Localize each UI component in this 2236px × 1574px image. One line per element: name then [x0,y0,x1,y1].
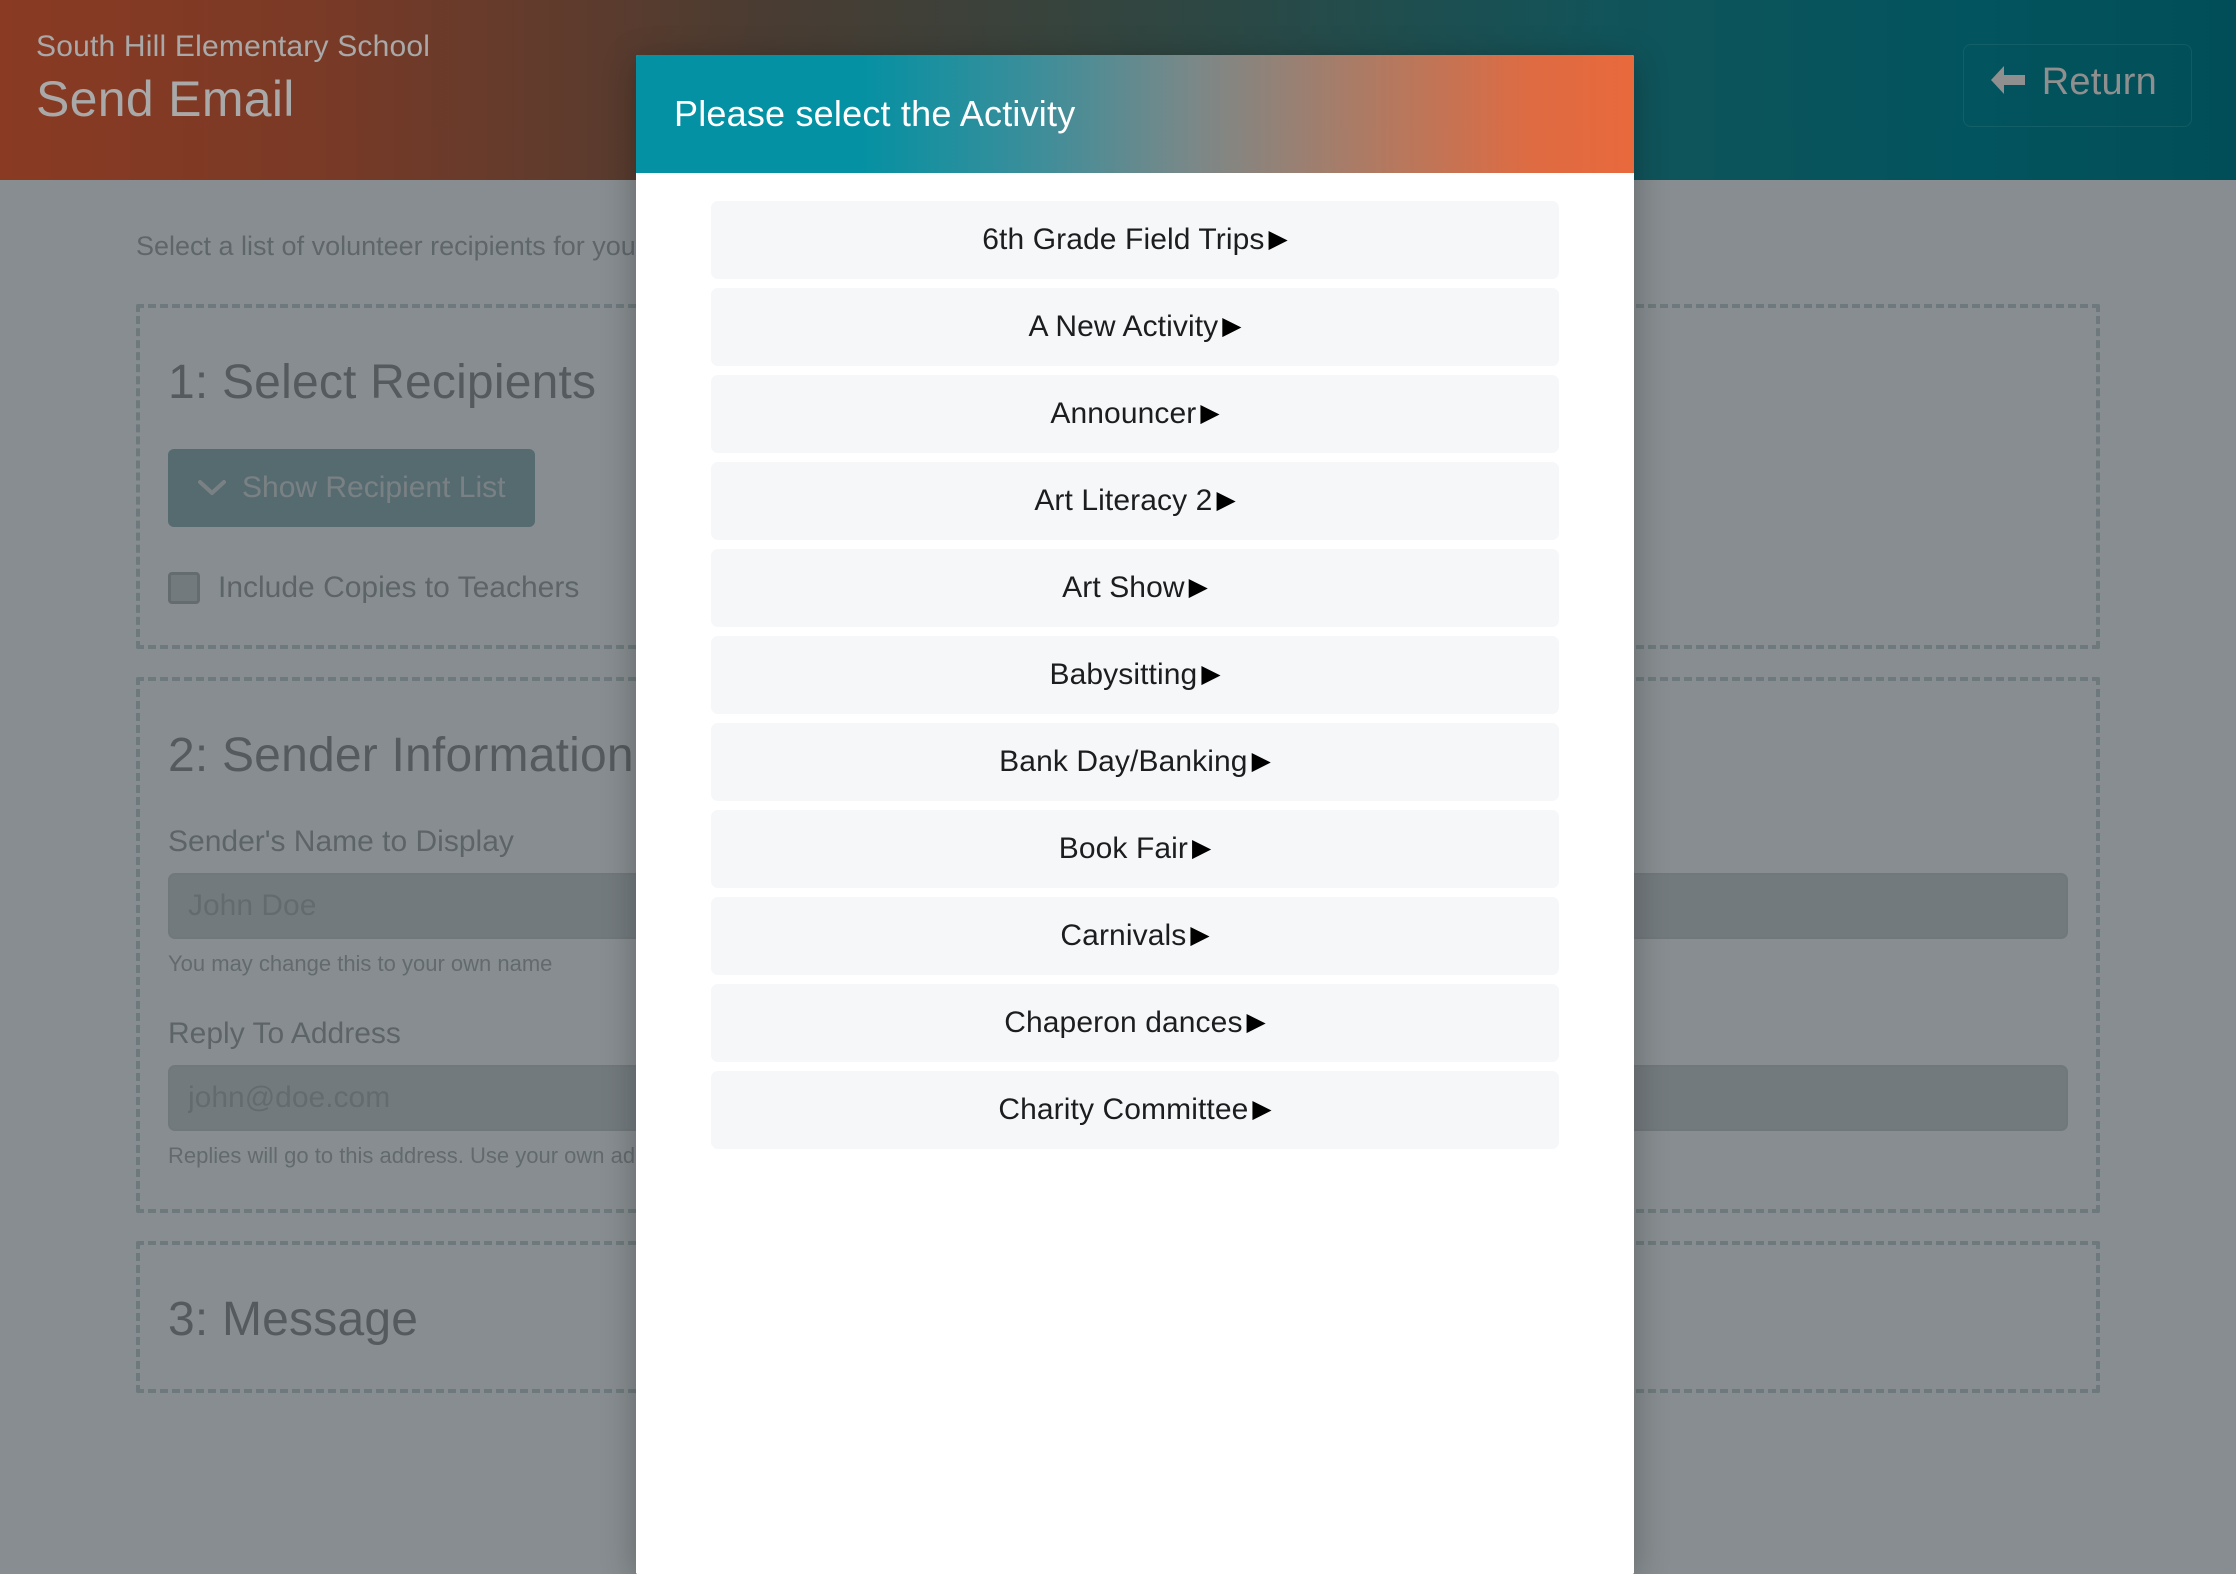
activity-list-item[interactable]: Charity Committee ▶ [711,1071,1559,1149]
caret-right-icon: ▶ [1192,833,1212,862]
modal-title: Please select the Activity [674,93,1076,134]
header-titles: South Hill Elementary School Send Email [36,28,430,130]
show-recipient-list-label: Show Recipient List [242,471,506,505]
activity-list-item[interactable]: Art Show ▶ [711,549,1559,627]
activity-list-item-label: Art Show [1062,571,1185,604]
activity-list-item[interactable]: A New Activity ▶ [711,288,1559,366]
school-name: South Hill Elementary School [36,30,431,63]
activity-list: 6th Grade Field Trips ▶ A New Activity ▶ Ann… [636,201,1634,1149]
show-recipient-list-button[interactable]: Show Recipient List [168,449,536,528]
activity-list-item-label: 6th Grade Field Trips [982,223,1265,256]
activity-list-item[interactable]: Announcer ▶ [711,375,1559,453]
caret-right-icon: ▶ [1188,572,1208,601]
caret-right-icon: ▶ [1201,659,1221,688]
caret-right-icon: ▶ [1216,485,1236,514]
arrow-left-icon [1988,63,2028,102]
activity-list-item[interactable]: Carnivals ▶ [711,897,1559,975]
include-teachers-label: Include Copies to Teachers [218,571,580,605]
caret-right-icon: ▶ [1246,1007,1266,1036]
chevron-down-icon [198,471,226,505]
activity-list-item[interactable]: 6th Grade Field Trips ▶ [711,201,1559,279]
activity-list-item-label: Charity Committee [998,1093,1249,1126]
activity-list-item-label: Carnivals [1060,919,1187,952]
modal-body: 6th Grade Field Trips ▶ A New Activity ▶ Ann… [636,173,1634,1574]
page-title: Send Email [36,70,295,127]
activity-list-item-label: Bank Day/Banking [999,745,1248,778]
activity-list-item[interactable]: Book Fair ▶ [711,810,1559,888]
select-activity-modal: Please select the Activity 6th Grade Fie… [636,55,1634,1574]
activity-list-item[interactable]: Art Literacy 2 ▶ [711,462,1559,540]
return-button[interactable]: Return [1962,44,2192,127]
caret-right-icon: ▶ [1252,1094,1272,1123]
activity-list-item-label: A New Activity [1028,310,1219,343]
activity-list-item[interactable]: Bank Day/Banking ▶ [711,723,1559,801]
modal-header: Please select the Activity [636,55,1634,173]
activity-list-item-label: Babysitting [1049,658,1198,691]
caret-right-icon: ▶ [1190,920,1210,949]
return-label: Return [2041,61,2157,103]
activity-list-item-label: Book Fair [1058,832,1189,865]
include-teachers-checkbox[interactable] [168,572,200,605]
activity-list-item-label: Art Literacy 2 [1034,484,1213,517]
activity-list-item[interactable]: Chaperon dances ▶ [711,984,1559,1062]
caret-right-icon: ▶ [1222,311,1242,340]
app-root: South Hill Elementary School Send Email … [0,0,2236,1574]
activity-list-item-label: Announcer [1050,397,1197,430]
caret-right-icon: ▶ [1200,398,1220,427]
activity-list-item[interactable]: Babysitting ▶ [711,636,1559,714]
activity-list-item-label: Chaperon dances [1004,1006,1243,1039]
caret-right-icon: ▶ [1268,224,1288,253]
caret-right-icon: ▶ [1251,746,1271,775]
